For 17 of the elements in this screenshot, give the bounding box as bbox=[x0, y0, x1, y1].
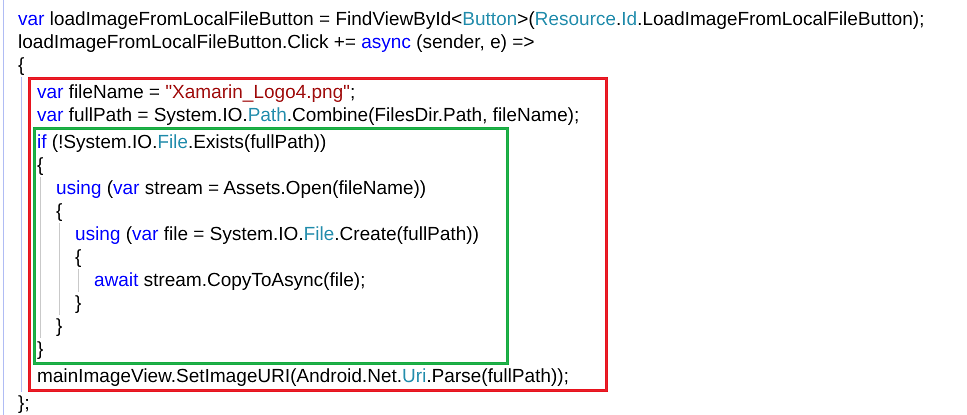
code-line: mainImageView.SetImageURI(Android.Net.Uri.Parse(fullPath)); bbox=[37, 365, 569, 388]
code-line: } bbox=[37, 338, 44, 361]
code-line: loadImageFromLocalFileButton.Click += async (sender, e) => bbox=[18, 31, 534, 54]
code-line: } bbox=[56, 315, 62, 338]
code-line: }; bbox=[18, 392, 30, 415]
code-line: using (var stream = Assets.Open(fileName)) bbox=[56, 177, 426, 200]
code-line: using (var file = System.IO.File.Create(fullPath)) bbox=[75, 223, 479, 246]
code-line: { bbox=[37, 154, 44, 177]
code-line: { bbox=[75, 246, 82, 269]
code-line: { bbox=[18, 54, 24, 77]
code-line: { bbox=[56, 200, 62, 223]
code-line: var fileName = "Xamarin_Logo4.png"; bbox=[37, 81, 356, 104]
code-line: if (!System.IO.File.Exists(fullPath)) bbox=[37, 131, 326, 154]
code-line: } bbox=[75, 292, 82, 315]
code-line: var fullPath = System.IO.Path.Combine(FilesDir.Path, fileName); bbox=[37, 104, 580, 127]
code-line: await stream.CopyToAsync(file); bbox=[94, 269, 366, 292]
code-line: var loadImageFromLocalFileButton = FindViewById<Button>(Resource.Id.LoadImageFromLocalFileButton); bbox=[18, 8, 924, 31]
